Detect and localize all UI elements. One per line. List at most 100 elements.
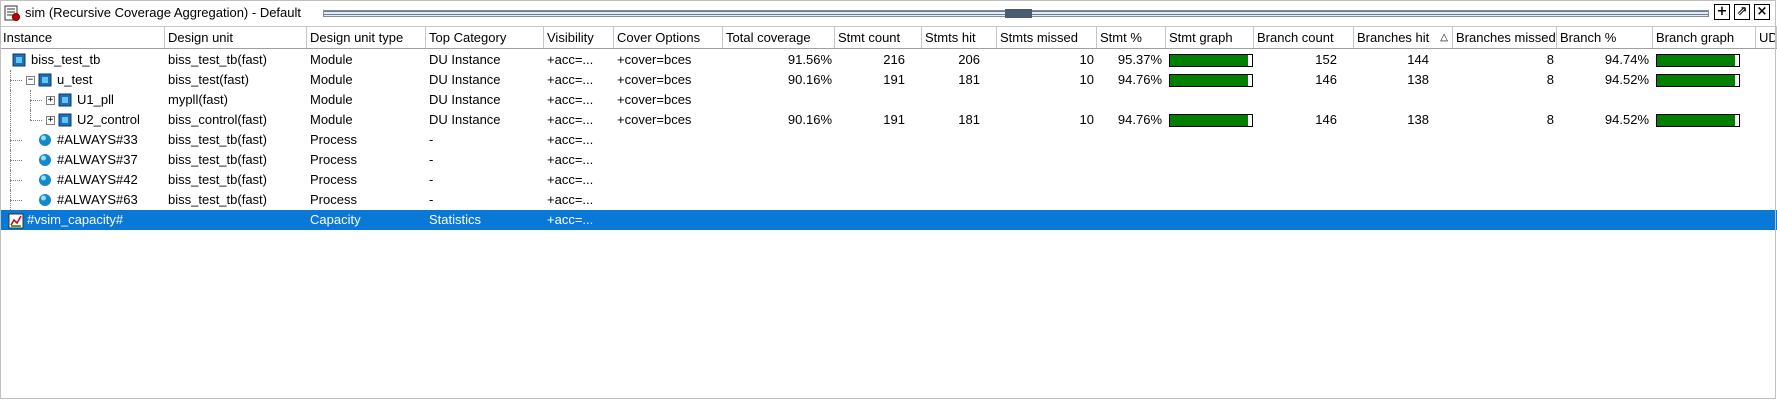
cell-total-coverage: 90.16% — [787, 112, 832, 127]
cell-cover-options: +cover=bces — [617, 72, 692, 87]
cell-total-coverage — [723, 90, 832, 110]
cell-cover-options — [617, 190, 722, 210]
column-header-label: Cover Options — [617, 30, 701, 45]
cell-branch-pct — [1557, 90, 1649, 110]
cell-stmt-count — [835, 90, 905, 110]
column-header-total-coverage[interactable]: Total coverage — [723, 27, 835, 48]
column-header-top-category[interactable]: Top Category — [426, 27, 544, 48]
add-pane-button[interactable]: + — [1714, 4, 1730, 20]
tree-connector — [10, 140, 22, 141]
cell-branches-missed: 8 — [1546, 112, 1554, 127]
table-row[interactable]: #ALWAYS#42 biss_test_tb(fast) Process - +acc… — [0, 170, 1777, 190]
column-header-branches-hit[interactable]: Branches hit △ — [1354, 27, 1453, 48]
cell-top-category: - — [429, 192, 434, 207]
cell-stmts-hit — [922, 190, 980, 210]
collapse-icon[interactable]: − — [26, 76, 35, 85]
cell-branch-count: 146 — [1315, 112, 1337, 127]
table-row[interactable]: + U2_control biss_control(fast) Module DU In… — [0, 110, 1777, 130]
cell-stmt-count: 191 — [883, 72, 905, 87]
table-row[interactable]: + U1_pll mypll(fast) Module DU Instance +acc=… — [0, 90, 1777, 110]
cell-instance: #ALWAYS#37 — [57, 152, 138, 167]
cell-stmt-pct — [1097, 210, 1162, 230]
cell-design-unit — [168, 210, 306, 230]
branch-graph-bar-fill — [1657, 55, 1735, 66]
cell-visibility: +acc=... — [547, 132, 594, 147]
cell-stmt-pct: 94.76% — [1117, 112, 1162, 127]
column-header-ud[interactable]: UD — [1756, 27, 1777, 48]
table-row[interactable]: − u_test biss_test(fast) Module DU Instance +… — [0, 70, 1777, 90]
column-header-stmt-graph[interactable]: Stmt graph — [1166, 27, 1254, 48]
expand-icon[interactable]: + — [46, 96, 55, 105]
cell-branch-pct — [1557, 210, 1649, 230]
cell-stmt-pct — [1097, 150, 1162, 170]
cell-branches-missed — [1453, 90, 1554, 110]
column-header-cover-options[interactable]: Cover Options — [614, 27, 723, 48]
cell-stmts-hit: 181 — [958, 72, 980, 87]
cell-design-unit-type: Module — [310, 72, 353, 87]
column-header-stmts-hit[interactable]: Stmts hit — [922, 27, 997, 48]
cell-branch-pct: 94.52% — [1604, 112, 1649, 127]
column-header-label: Stmts hit — [925, 30, 976, 45]
undock-button[interactable]: ⇗ — [1734, 4, 1750, 20]
tree-connector — [10, 90, 11, 110]
table-row[interactable]: #ALWAYS#33 biss_test_tb(fast) Process - +acc… — [0, 130, 1777, 150]
cell-visibility: +acc=... — [547, 52, 594, 67]
cell-total-coverage: 91.56% — [787, 52, 832, 67]
cell-design-unit-type: Module — [310, 92, 353, 107]
column-header-label: Instance — [3, 30, 53, 45]
column-header-stmt-count[interactable]: Stmt count — [835, 27, 922, 48]
column-header-label: Stmt graph — [1169, 30, 1233, 45]
cell-design-unit-type: Process — [310, 152, 357, 167]
cell-stmts-hit — [922, 130, 980, 150]
cell-cover-options: +cover=bces — [617, 112, 692, 127]
cell-top-category: DU Instance — [429, 92, 501, 107]
cell-branch-count — [1254, 190, 1337, 210]
column-header-instance[interactable]: Instance — [0, 27, 165, 48]
column-header-branches-missed[interactable]: Branches missed — [1453, 27, 1557, 48]
cell-branch-pct — [1557, 150, 1649, 170]
cell-branches-hit — [1354, 90, 1429, 110]
tree-connector — [30, 110, 31, 120]
column-header-branch-count[interactable]: Branch count — [1254, 27, 1354, 48]
tree-connector — [30, 90, 31, 110]
cell-visibility: +acc=... — [547, 212, 594, 227]
column-header-stmt-pct[interactable]: Stmt % — [1097, 27, 1166, 48]
cell-top-category: - — [429, 132, 434, 147]
column-header-design-unit-type[interactable]: Design unit type — [307, 27, 426, 48]
cell-instance: U2_control — [77, 112, 140, 127]
column-header-stmts-missed[interactable]: Stmts missed — [997, 27, 1097, 48]
cell-branches-missed: 8 — [1546, 52, 1554, 67]
branch-graph-bar — [1656, 114, 1740, 127]
cell-total-coverage — [723, 170, 832, 190]
expand-icon[interactable]: + — [46, 116, 55, 125]
table-row[interactable]: #ALWAYS#37 biss_test_tb(fast) Process - +acc… — [0, 150, 1777, 170]
column-header-label: Branches missed — [1456, 30, 1556, 45]
table-row[interactable]: #ALWAYS#63 biss_test_tb(fast) Process - +acc… — [0, 190, 1777, 210]
cell-total-coverage — [723, 190, 832, 210]
column-header-visibility[interactable]: Visibility — [544, 27, 614, 48]
column-header-branch-graph[interactable]: Branch graph — [1653, 27, 1756, 48]
cell-stmts-missed — [997, 170, 1094, 190]
close-button[interactable]: × — [1754, 4, 1770, 20]
cell-stmts-hit: 181 — [958, 112, 980, 127]
tree-connector — [10, 200, 22, 201]
tree-connector — [10, 170, 11, 190]
cell-branch-count — [1254, 90, 1337, 110]
column-header-branch-pct[interactable]: Branch % — [1557, 27, 1653, 48]
cell-stmts-missed — [997, 210, 1094, 230]
cell-branches-hit — [1354, 170, 1429, 190]
table-row[interactable]: biss_test_tb biss_test_tb(fast) Module DU I… — [0, 50, 1777, 70]
branch-graph-bar — [1656, 74, 1740, 87]
table-row[interactable]: #vsim_capacity# Capacity Statistics +acc=..… — [0, 210, 1777, 230]
cell-stmt-pct — [1097, 170, 1162, 190]
cell-instance: u_test — [57, 72, 93, 87]
cell-cover-options — [617, 130, 722, 150]
tree-connector — [10, 180, 22, 181]
sim-window-icon — [4, 5, 20, 21]
process-icon — [38, 133, 52, 147]
cell-stmts-hit — [922, 90, 980, 110]
cell-top-category: DU Instance — [429, 72, 501, 87]
column-header-design-unit[interactable]: Design unit — [165, 27, 307, 48]
process-icon — [38, 193, 52, 207]
column-header-label: Stmt count — [838, 30, 901, 45]
